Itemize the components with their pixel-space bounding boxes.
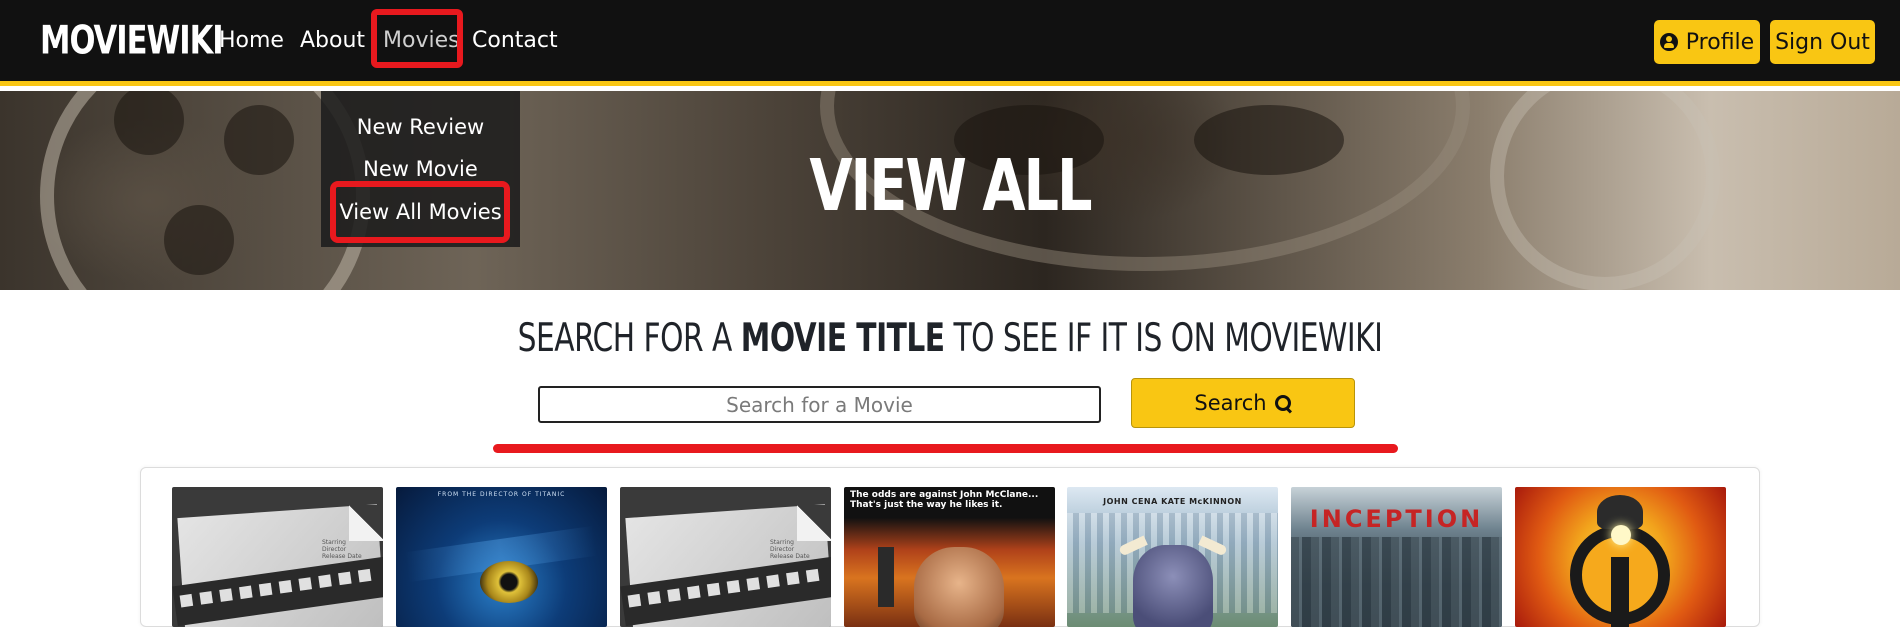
movie-poster-avatar[interactable]: FROM THE DIRECTOR OF TITANIC: [396, 487, 607, 627]
nav-contact-link[interactable]: Contact: [472, 28, 558, 53]
magnifying-glass-icon: [1274, 394, 1292, 412]
movie-poster-placeholder[interactable]: Starring Director Release Date: [620, 487, 831, 627]
inception-title: INCEPTION: [1309, 505, 1484, 533]
poster-art: [1611, 525, 1631, 545]
search-heading: SEARCH FOR A MOVIE TITLE TO SEE IF IT IS…: [0, 314, 1900, 360]
brand-logo[interactable]: MOVIEWIKI: [40, 18, 224, 64]
nav-about-link[interactable]: About: [300, 28, 365, 53]
view-all-annotation-box: [330, 181, 510, 243]
movie-poster-placeholder[interactable]: Starring Director Release Date: [172, 487, 383, 627]
ferdinand-cast-names: JOHN CENA KATE McKINNON: [1103, 497, 1242, 506]
nav-home-link[interactable]: Home: [219, 28, 284, 53]
profile-button-label: Profile: [1685, 29, 1755, 55]
search-heading-post: TO SEE IF IT IS ON MOVIEWIKI: [944, 314, 1383, 361]
top-navbar: MOVIEWIKI Home About Movies Contact Prof…: [0, 0, 1900, 86]
page-title: VIEW ALL: [809, 143, 1092, 228]
poster-art: [914, 547, 1004, 627]
movies-annotation-box: [371, 9, 463, 68]
placeholder-note: Starring Director Release Date: [322, 539, 362, 560]
dropdown-item-new-review[interactable]: New Review: [321, 115, 520, 139]
city-art: [1291, 537, 1502, 627]
profile-button[interactable]: Profile: [1654, 20, 1760, 64]
search-button-label: Search: [1194, 391, 1267, 415]
die-hard-tagline: The odds are against John McClane... Tha…: [850, 490, 1039, 510]
search-annotation-underline: [493, 444, 1398, 453]
movie-poster-incredibles-2[interactable]: [1515, 487, 1726, 627]
sign-out-button[interactable]: Sign Out: [1770, 20, 1875, 64]
user-circle-icon: [1659, 33, 1678, 51]
search-heading-bold: MOVIE TITLE: [740, 314, 945, 361]
bull-art: [1133, 545, 1213, 627]
sign-out-button-label: Sign Out: [1775, 29, 1870, 55]
movie-poster-ferdinand[interactable]: JOHN CENA KATE McKINNON: [1067, 487, 1278, 627]
hero-banner: VIEW ALL: [0, 91, 1900, 290]
poster-art: [1611, 557, 1629, 627]
poster-art: [878, 547, 894, 607]
navi-eye-art: [480, 561, 538, 603]
avatar-tagline: FROM THE DIRECTOR OF TITANIC: [437, 491, 566, 498]
page-curl-graphic: [349, 505, 383, 541]
search-heading-pre: SEARCH FOR A: [517, 314, 741, 361]
page-curl-graphic: [797, 505, 831, 541]
dropdown-item-new-movie[interactable]: New Movie: [321, 157, 520, 181]
movie-poster-die-hard[interactable]: The odds are against John McClane... Tha…: [844, 487, 1055, 627]
search-button[interactable]: Search: [1131, 378, 1355, 428]
movie-poster-inception[interactable]: INCEPTION: [1291, 487, 1502, 627]
poster-art: [1597, 495, 1643, 529]
placeholder-note: Starring Director Release Date: [770, 539, 810, 560]
movie-search-input[interactable]: [538, 386, 1101, 423]
